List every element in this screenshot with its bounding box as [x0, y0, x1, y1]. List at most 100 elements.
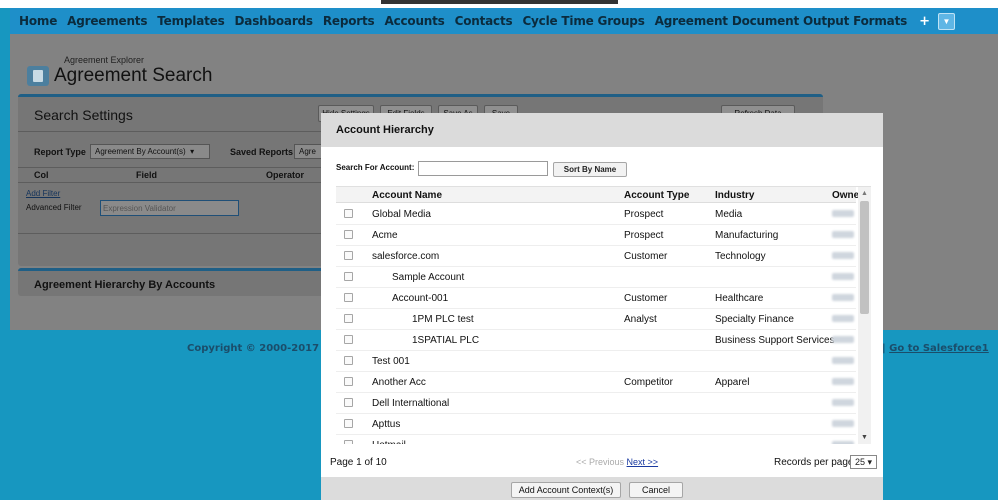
row-checkbox[interactable] — [344, 209, 353, 218]
scroll-thumb[interactable] — [860, 201, 869, 314]
saved-reports-select[interactable]: Agre — [294, 144, 324, 159]
table-header: Account Name Account Type Industry Owner — [336, 187, 863, 203]
tab-reports[interactable]: Reports — [323, 14, 375, 28]
table-row[interactable]: Hotmail — [336, 435, 856, 444]
agreement-explorer-icon — [27, 66, 49, 86]
agreement-hierarchy-title: Agreement Hierarchy By Accounts — [34, 279, 216, 291]
sort-by-name-button[interactable]: Sort By Name — [553, 162, 627, 177]
industry-cell: Apparel — [715, 377, 750, 388]
account-type-cell: Customer — [624, 251, 668, 262]
window-top-strip — [0, 0, 998, 8]
records-per-page-select[interactable]: 25 ▾ — [850, 455, 877, 469]
account-type-header: Account Type — [624, 190, 690, 201]
main-nav-tabs: Home Agreements Templates Dashboards Rep… — [10, 8, 998, 34]
tab-agreement-document-output-formats[interactable]: Agreement Document Output Formats — [655, 14, 908, 28]
chevron-down-icon[interactable]: ▼ — [937, 12, 955, 30]
table-scrollbar[interactable]: ▲ ▼ — [858, 187, 871, 444]
industry-cell: Specialty Finance — [715, 314, 794, 325]
row-checkbox[interactable] — [344, 356, 353, 365]
owner-cell-redacted — [832, 231, 854, 238]
owner-cell-redacted — [832, 210, 854, 217]
table-row[interactable]: Dell Internaltional — [336, 393, 856, 414]
account-name-cell: Hotmail — [372, 440, 406, 444]
account-name-cell: Dell Internaltional — [372, 398, 450, 409]
table-row[interactable]: Global Media Prospect Media — [336, 204, 856, 225]
add-tab-button[interactable]: + — [919, 14, 930, 29]
row-checkbox[interactable] — [344, 419, 353, 428]
tab-cycle-time-groups[interactable]: Cycle Time Groups — [522, 14, 644, 28]
row-checkbox[interactable] — [344, 335, 353, 344]
account-type-cell: Customer — [624, 293, 668, 304]
owner-cell-redacted — [832, 294, 854, 301]
tab-templates[interactable]: Templates — [157, 14, 224, 28]
table-row[interactable]: 1PM PLC test Analyst Specialty Finance — [336, 309, 856, 330]
account-name-cell: 1SPATIAL PLC — [412, 335, 480, 346]
owner-cell-redacted — [832, 273, 854, 280]
pagination: << Previous Next >> — [576, 457, 658, 467]
account-hierarchy-dialog: Account Hierarchy Search For Account: So… — [321, 113, 883, 500]
add-account-context-button[interactable]: Add Account Context(s) — [511, 482, 621, 498]
row-checkbox[interactable] — [344, 314, 353, 323]
operator-header: Operator — [266, 170, 305, 180]
search-settings-title: Search Settings — [34, 107, 133, 123]
advanced-filter-input[interactable]: Expression Validator — [100, 200, 239, 216]
table-row[interactable]: Sample Account — [336, 267, 856, 288]
advanced-filter-label: Advanced Filter — [26, 203, 82, 212]
page-title: Agreement Search — [54, 65, 213, 86]
industry-cell: Media — [715, 209, 743, 220]
table-row[interactable]: salesforce.com Customer Technology — [336, 246, 856, 267]
go-to-salesforce1-link[interactable]: Go to Salesforce1 — [889, 343, 989, 354]
table-row[interactable]: Another Acc Competitor Apparel — [336, 372, 856, 393]
row-checkbox[interactable] — [344, 377, 353, 386]
records-per-page-label: Records per page — [774, 457, 854, 468]
owner-cell-redacted — [832, 315, 854, 322]
row-checkbox[interactable] — [344, 398, 353, 407]
account-name-cell: salesforce.com — [372, 251, 440, 262]
owner-cell-redacted — [832, 399, 854, 406]
account-type-cell: Prospect — [624, 209, 664, 220]
table-row[interactable]: Account-001 Customer Healthcare — [336, 288, 856, 309]
row-checkbox[interactable] — [344, 251, 353, 260]
row-checkbox[interactable] — [344, 440, 353, 444]
row-checkbox[interactable] — [344, 272, 353, 281]
owner-cell-redacted — [832, 378, 854, 385]
owner-cell-redacted — [832, 441, 854, 444]
account-type-cell: Prospect — [624, 230, 664, 241]
add-filter-link[interactable]: Add Filter — [26, 189, 60, 198]
next-link[interactable]: Next >> — [627, 457, 659, 467]
page-info: Page 1 of 10 — [330, 457, 387, 468]
scroll-up-icon[interactable]: ▲ — [861, 190, 868, 197]
account-name-cell: Global Media — [372, 209, 431, 220]
tab-agreements[interactable]: Agreements — [67, 14, 147, 28]
search-account-input[interactable] — [418, 161, 548, 176]
row-checkbox[interactable] — [344, 293, 353, 302]
table-row[interactable]: 1SPATIAL PLC Business Support Services — [336, 330, 856, 351]
tab-dashboards[interactable]: Dashboards — [235, 14, 314, 28]
industry-cell: Technology — [715, 251, 766, 262]
report-type-select[interactable]: Agreement By Account(s) ▾ — [90, 144, 210, 159]
account-name-cell: Apttus — [372, 419, 401, 430]
tab-home[interactable]: Home — [19, 14, 57, 28]
account-name-cell: 1PM PLC test — [412, 314, 474, 325]
account-name-cell: Acme — [372, 230, 398, 241]
dialog-footer: Add Account Context(s) Cancel — [321, 477, 883, 500]
account-name-header: Account Name — [372, 190, 443, 201]
saved-reports-label: Saved Reports — [230, 147, 294, 157]
search-account-label: Search For Account: — [336, 163, 415, 172]
tab-contacts[interactable]: Contacts — [455, 14, 513, 28]
cancel-button[interactable]: Cancel — [629, 482, 683, 498]
industry-cell: Manufacturing — [715, 230, 779, 241]
industry-cell: Business Support Services — [715, 335, 835, 346]
breadcrumb: Agreement Explorer — [64, 55, 145, 65]
row-checkbox[interactable] — [344, 230, 353, 239]
account-type-cell: Competitor — [624, 377, 673, 388]
table-row[interactable]: Test 001 — [336, 351, 856, 372]
account-name-cell: Another Acc — [372, 377, 426, 388]
tab-accounts[interactable]: Accounts — [385, 14, 445, 28]
table-row[interactable]: Apttus — [336, 414, 856, 435]
table-row[interactable]: Acme Prospect Manufacturing — [336, 225, 856, 246]
account-name-cell: Sample Account — [392, 272, 465, 283]
account-type-cell: Analyst — [624, 314, 657, 325]
footer-links: | Go to Salesforce1 — [882, 343, 989, 354]
scroll-down-icon[interactable]: ▼ — [861, 434, 868, 441]
